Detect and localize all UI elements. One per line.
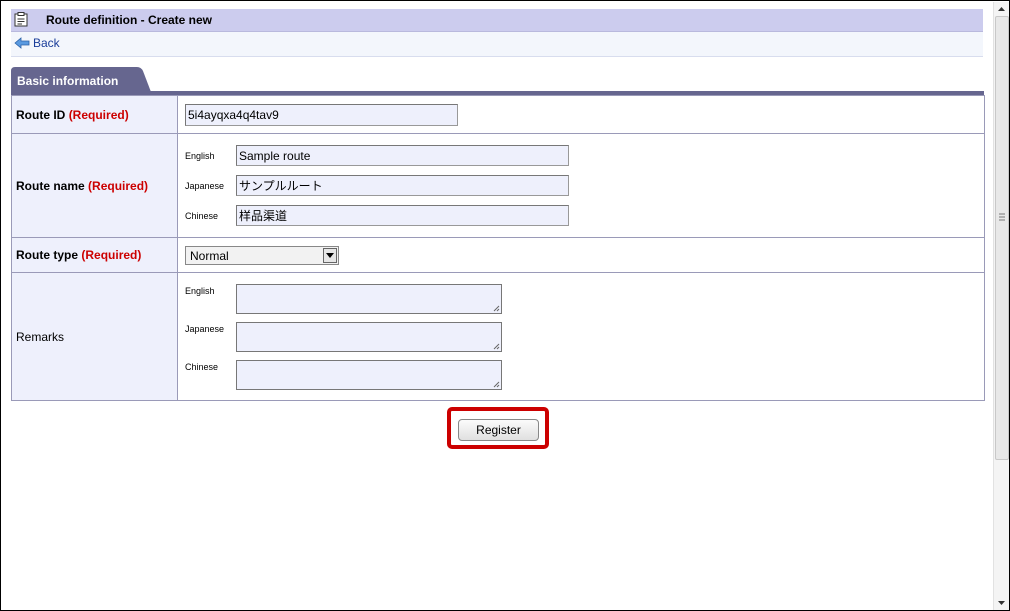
chinese-label: Chinese [185,210,219,221]
route-id-label-cell: Route ID (Required) [11,95,178,134]
scroll-down-icon[interactable] [994,596,1009,610]
vertical-scrollbar[interactable] [993,2,1009,610]
grip-lines-icon [999,213,1005,221]
back-link[interactable]: Back [14,36,60,50]
basic-info-form: Route ID (Required) Route name (Required… [11,95,985,401]
route-id-value-cell [177,95,985,134]
english-label: English [185,150,215,161]
remarks-japanese-textarea[interactable] [236,321,502,352]
remarks-chinese-row: Chinese [185,356,984,394]
resize-grip-icon[interactable] [493,381,500,388]
required-marker: (Required) [81,248,142,262]
remarks-label: Remarks [16,329,65,344]
remarks-english-row: English [185,280,984,318]
route-name-label: Route name [16,178,85,193]
required-marker: (Required) [88,178,149,193]
back-arrow-icon [14,37,30,49]
route-type-label-cell: Route type (Required) [11,237,178,273]
tab-basic-information: Basic information [11,67,151,92]
triangle-down-icon [326,252,334,258]
page-title: Route definition - Create new [46,13,213,27]
route-name-value-cell: English Japanese Chinese [177,133,985,238]
japanese-label: Japanese [185,180,225,191]
route-name-japanese-input[interactable] [236,175,569,196]
route-name-chinese-row: Chinese [185,201,984,231]
register-button[interactable]: Register [458,419,539,441]
route-name-english-input[interactable] [236,145,569,166]
scroll-up-icon[interactable] [994,2,1009,16]
route-name-label-cell: Route name (Required) [11,133,178,238]
browser-frame: Route definition - Create new Back Basic… [0,0,1010,611]
route-id-label: Route ID [16,107,66,122]
remarks-row: Remarks English Japanese Chinese [11,272,985,401]
back-link-label: Back [33,36,60,50]
route-type-value-cell: Normal [177,237,985,273]
resize-grip-icon[interactable] [493,343,500,350]
route-name-row: Route name (Required) English Japanese C… [11,133,985,238]
remarks-english-textarea[interactable] [236,283,502,314]
route-name-chinese-input[interactable] [236,205,569,226]
route-name-english-row: English [185,141,984,171]
route-type-selected: Normal [190,248,229,263]
english-label: English [185,285,215,296]
clipboard-icon [14,12,28,27]
required-marker: (Required) [68,107,129,122]
remarks-chinese-textarea[interactable] [236,359,502,390]
page-title-bar: Route definition - Create new [11,9,983,32]
remarks-label-cell: Remarks [11,272,178,401]
chinese-label: Chinese [185,361,219,372]
route-type-label: Route type [16,248,79,262]
japanese-label: Japanese [185,323,225,334]
back-bar: Back [11,32,983,57]
resize-grip-icon[interactable] [493,305,500,312]
dropdown-button[interactable] [323,247,337,263]
route-id-input[interactable] [185,104,458,126]
remarks-value-cell: English Japanese Chinese [177,272,985,401]
route-type-select[interactable]: Normal [185,245,339,265]
route-name-japanese-row: Japanese [185,171,984,201]
route-id-row: Route ID (Required) [11,95,985,134]
remarks-japanese-row: Japanese [185,318,984,356]
scroll-thumb[interactable] [995,16,1009,460]
tab-label: Basic information [17,74,119,88]
route-type-row: Route type (Required) Normal [11,237,985,273]
